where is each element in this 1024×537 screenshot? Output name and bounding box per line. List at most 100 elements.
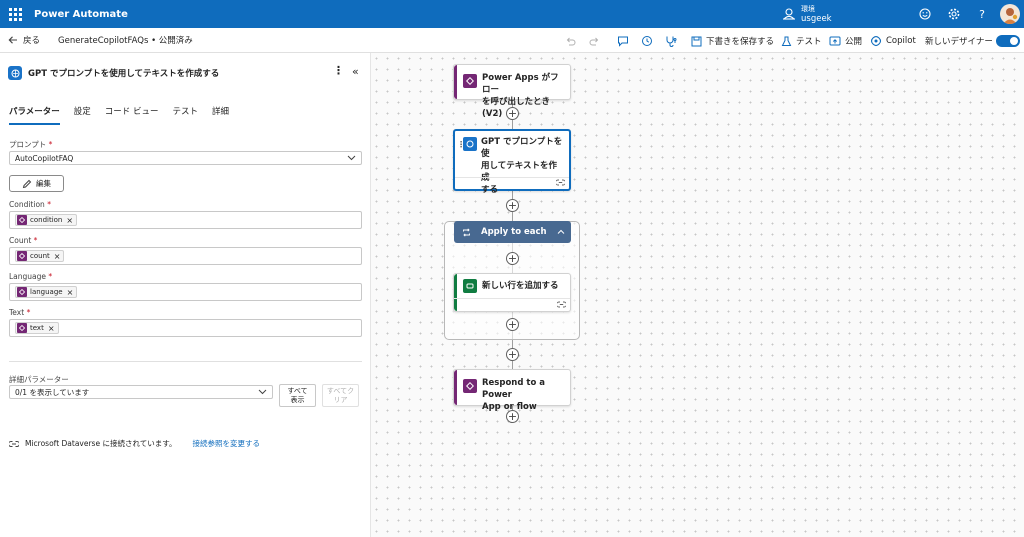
app-name[interactable]: Power Automate bbox=[34, 9, 128, 20]
remove-token-icon[interactable]: × bbox=[67, 288, 74, 297]
flow-checker-icon[interactable] bbox=[665, 34, 681, 48]
power-apps-icon bbox=[17, 287, 27, 297]
language-token[interactable]: language × bbox=[15, 286, 78, 298]
prompt-select[interactable]: AutoCopilotFAQ bbox=[9, 151, 362, 165]
power-apps-icon bbox=[463, 74, 477, 88]
node-accent bbox=[454, 65, 457, 99]
advanced-params-select[interactable]: 0/1 を表示しています bbox=[9, 385, 273, 399]
node-accent bbox=[454, 274, 457, 311]
connection-text: Microsoft Dataverse に接続されています。 bbox=[25, 439, 177, 448]
avatar[interactable] bbox=[1000, 4, 1020, 24]
condition-label: Condition * bbox=[9, 200, 51, 209]
remove-token-icon[interactable]: × bbox=[66, 216, 73, 225]
add-action-button[interactable]: + bbox=[506, 348, 519, 361]
new-designer-label: 新しいデザイナー bbox=[925, 37, 993, 47]
show-all-button[interactable]: すべて 表示 bbox=[279, 384, 316, 407]
text-token-text: text bbox=[30, 324, 44, 332]
collapse-panel-icon[interactable]: « bbox=[352, 65, 359, 78]
more-options-icon[interactable]: ⋮ bbox=[333, 65, 344, 76]
comment-icon[interactable] bbox=[617, 34, 633, 48]
node-divider bbox=[455, 177, 569, 178]
tab-settings[interactable]: 設定 bbox=[74, 105, 91, 125]
trigger-title: Power Apps がフロー を呼び出したとき (V2) bbox=[482, 72, 564, 120]
respond-title: Respond to a Power App or flow bbox=[482, 377, 564, 413]
pencil-icon bbox=[22, 179, 32, 188]
copilot-label: Copilot bbox=[886, 36, 916, 46]
text-field[interactable]: text × bbox=[9, 319, 362, 337]
count-token[interactable]: count × bbox=[15, 250, 65, 262]
link-icon bbox=[9, 440, 19, 447]
save-icon bbox=[691, 36, 702, 46]
required-mark: * bbox=[26, 308, 31, 317]
arrow-left-icon bbox=[8, 36, 17, 44]
add-action-button[interactable]: + bbox=[506, 410, 519, 423]
smiley-icon[interactable] bbox=[918, 7, 932, 21]
show-all-label-2: 表示 bbox=[290, 396, 305, 404]
show-all-label-1: すべて bbox=[287, 387, 308, 395]
test-label: テスト bbox=[796, 37, 822, 47]
language-token-text: language bbox=[30, 288, 63, 296]
test-button[interactable]: テスト bbox=[781, 34, 822, 48]
tab-parameters[interactable]: パラメーター bbox=[9, 105, 60, 125]
gear-icon[interactable] bbox=[947, 7, 961, 21]
remove-token-icon[interactable]: × bbox=[48, 324, 55, 333]
respond-node[interactable]: Respond to a Power App or flow bbox=[453, 369, 571, 412]
waffle-icon[interactable] bbox=[8, 7, 22, 21]
add-action-button[interactable]: + bbox=[506, 252, 519, 265]
tab-code-view[interactable]: コード ビュー bbox=[105, 105, 159, 125]
gpt-title-line: する bbox=[481, 185, 499, 195]
condition-token[interactable]: condition × bbox=[15, 214, 78, 226]
trigger-node[interactable]: Power Apps がフロー を呼び出したとき (V2) bbox=[453, 64, 571, 119]
publish-button[interactable]: 公開 bbox=[829, 34, 862, 48]
save-draft-label: 下書きを保存する bbox=[706, 37, 775, 47]
redo-icon[interactable] bbox=[589, 34, 604, 48]
condition-field[interactable]: condition × bbox=[9, 211, 362, 229]
add-row-title: 新しい行を追加する bbox=[482, 281, 559, 291]
trigger-title-line: を呼び出したとき (V2) bbox=[482, 97, 551, 119]
respond-title-line: Respond to a Power bbox=[482, 378, 545, 400]
dataverse-icon bbox=[463, 279, 477, 293]
required-mark: * bbox=[48, 140, 53, 149]
gpt-action-node[interactable]: ⋮ GPT でプロンプトを使 用してテキストを作成 する bbox=[453, 129, 571, 195]
advanced-params-value: 0/1 を表示しています bbox=[15, 387, 90, 397]
gpt-title-line: GPT でプロンプトを使 bbox=[481, 137, 563, 159]
back-button[interactable]: 戻る bbox=[8, 34, 40, 46]
environment-label: 環境 bbox=[801, 5, 815, 13]
power-apps-icon bbox=[17, 323, 27, 333]
edit-prompt-button[interactable]: 編集 bbox=[9, 175, 64, 192]
language-field[interactable]: language × bbox=[9, 283, 362, 301]
help-icon[interactable]: ? bbox=[975, 7, 989, 21]
action-panel: GPT でプロンプトを使用してテキストを作成する ⋮ « パラメーター 設定 コ… bbox=[0, 53, 371, 537]
trigger-title-line: Power Apps がフロー bbox=[482, 73, 559, 95]
clear-all-label-2: リア bbox=[333, 396, 348, 404]
count-field[interactable]: count × bbox=[9, 247, 362, 265]
add-action-button[interactable]: + bbox=[506, 318, 519, 331]
tab-details[interactable]: 詳細 bbox=[212, 105, 229, 125]
text-token[interactable]: text × bbox=[15, 322, 59, 334]
remove-token-icon[interactable]: × bbox=[54, 252, 61, 261]
add-action-button[interactable]: + bbox=[506, 199, 519, 212]
flow-name: GenerateCopilotFAQs • 公開済み bbox=[58, 36, 193, 46]
publish-icon bbox=[829, 36, 841, 45]
gpt-action-title: GPT でプロンプトを使 用してテキストを作成 する bbox=[481, 136, 563, 196]
environment-picker[interactable]: 環境 usgeek bbox=[782, 4, 832, 24]
add-action-button[interactable]: + bbox=[506, 107, 519, 120]
connection-info: Microsoft Dataverse に接続されています。 接続参照を変更する bbox=[9, 438, 260, 449]
history-icon[interactable] bbox=[641, 34, 657, 48]
ai-builder-icon bbox=[8, 66, 22, 80]
copilot-button[interactable]: Copilot bbox=[870, 34, 916, 48]
add-row-node[interactable]: 新しい行を追加する bbox=[453, 273, 571, 312]
language-label: Language * bbox=[9, 272, 52, 281]
apply-to-each-header[interactable]: Apply to each bbox=[454, 221, 571, 243]
tab-test[interactable]: テスト bbox=[172, 105, 198, 125]
chevron-up-icon[interactable] bbox=[557, 229, 565, 235]
count-token-text: count bbox=[30, 252, 50, 260]
undo-icon[interactable] bbox=[565, 34, 580, 48]
change-connection-link[interactable]: 接続参照を変更する bbox=[193, 438, 261, 449]
new-designer-toggle[interactable] bbox=[996, 35, 1020, 47]
save-draft-button[interactable]: 下書きを保存する bbox=[691, 34, 774, 48]
power-apps-icon bbox=[17, 251, 27, 261]
clear-all-button[interactable]: すべてク リア bbox=[322, 384, 359, 407]
required-mark: * bbox=[47, 200, 51, 209]
chevron-down-icon bbox=[258, 389, 267, 395]
